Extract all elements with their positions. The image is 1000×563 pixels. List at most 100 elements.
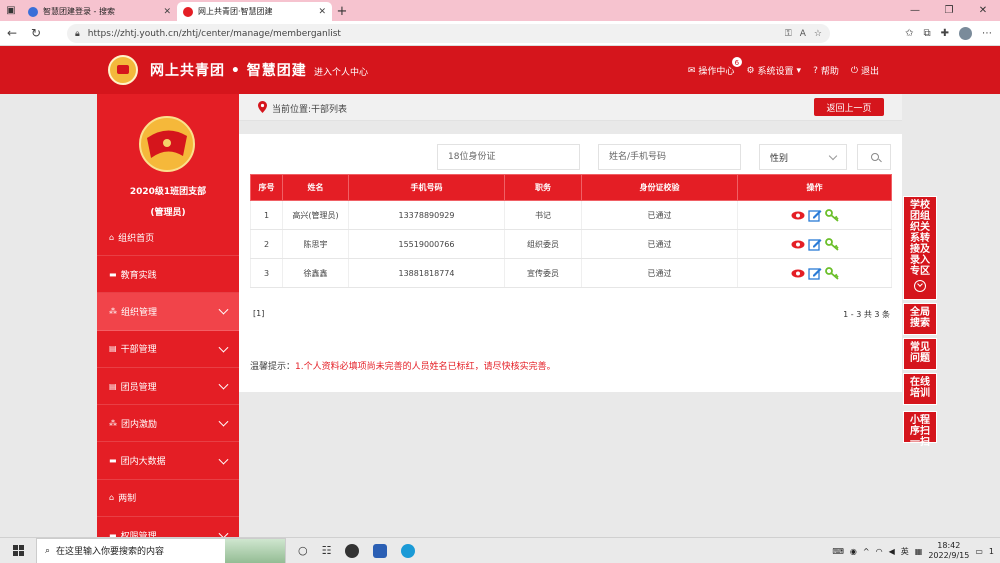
sidebar-item-cadre-management[interactable]: ▤ 干部管理 bbox=[97, 331, 239, 368]
sidebar-item-incentives[interactable]: ⁂ 团内激励 bbox=[97, 405, 239, 443]
search-highlight-picture bbox=[225, 538, 285, 563]
tab-zhtj[interactable]: 网上共青团·智慧团建 ✕ bbox=[177, 2, 332, 21]
taskbar-search[interactable]: ⌕ 在这里输入你要搜索的内容 bbox=[36, 537, 286, 563]
personal-center-link[interactable]: 进入个人中心 bbox=[314, 65, 368, 78]
qq-icon[interactable] bbox=[345, 543, 360, 558]
edit-icon[interactable] bbox=[807, 267, 822, 280]
float-faq[interactable]: 常见问题 bbox=[903, 338, 937, 370]
gender-select[interactable]: 性别 bbox=[759, 144, 847, 170]
key-icon[interactable] bbox=[824, 266, 839, 280]
view-eye-icon[interactable] bbox=[791, 211, 805, 220]
collections-icon[interactable]: ⧉ bbox=[923, 28, 930, 39]
sidebar-item-education[interactable]: ▬ 教育实践 bbox=[97, 256, 239, 294]
tab-search[interactable]: 智慧团建登录 - 搜索 ✕ bbox=[22, 2, 177, 21]
sidebar-item-org-management[interactable]: ⁂ 组织管理 bbox=[97, 293, 239, 331]
task-view-icon[interactable]: ○ bbox=[298, 544, 308, 557]
notification-icon[interactable]: ▭ bbox=[975, 547, 983, 556]
favorite-star-icon[interactable]: ☆ bbox=[814, 29, 822, 39]
float-org-transfer-zone[interactable]: 学校团组织关系转接及录入专区 bbox=[903, 196, 937, 300]
ime-mode-icon[interactable]: ▦ bbox=[915, 547, 923, 556]
ime-indicator[interactable]: 英 bbox=[901, 546, 909, 557]
gender-select-value: 性别 bbox=[770, 153, 789, 164]
search-row: 性别 bbox=[239, 144, 902, 170]
tab-actions-icon[interactable]: ▣ bbox=[0, 0, 22, 21]
read-aloud-icon[interactable]: A bbox=[800, 29, 806, 39]
view-eye-icon[interactable] bbox=[791, 240, 805, 249]
sidebar-item-label: 干部管理 bbox=[120, 345, 157, 356]
system-settings-link[interactable]: ⚙ 系统设置 ▾ bbox=[746, 64, 801, 78]
cadre-list-panel: 性别 序号 姓名 手机号码 职务 身份证校验 操作 1 高兴(管理员) 1337… bbox=[239, 134, 902, 392]
help-link[interactable]: ? 帮助 bbox=[813, 64, 839, 78]
chevron-down-icon bbox=[218, 454, 229, 465]
chevron-up-icon[interactable]: ^ bbox=[863, 547, 870, 556]
wifi-icon[interactable]: ◠ bbox=[876, 547, 883, 556]
tip-text: 1.个人资料必填项尚未完善的人员姓名已标红，请尽快核实完善。 bbox=[295, 362, 556, 372]
volume-icon[interactable]: ◀ bbox=[889, 547, 895, 556]
league-emblem-icon bbox=[139, 116, 195, 172]
keyboard-icon[interactable]: ⌨ bbox=[832, 547, 844, 556]
edit-icon[interactable] bbox=[807, 238, 822, 251]
cell-index: 2 bbox=[250, 229, 283, 259]
back-arrow-icon[interactable]: ← bbox=[0, 26, 24, 40]
url-field[interactable]: 🔒︎ https://zhtj.youth.cn/zhtj/center/man… bbox=[67, 24, 830, 43]
site-title: 网上共青团 • 智慧团建 bbox=[150, 63, 307, 79]
org-icon: ⁂ bbox=[109, 418, 117, 428]
back-button[interactable]: 返回上一页 bbox=[814, 98, 884, 116]
key-icon[interactable] bbox=[824, 237, 839, 251]
id-number-input[interactable] bbox=[437, 144, 580, 170]
col-header-position: 职务 bbox=[504, 174, 582, 201]
key-icon[interactable]: ⚿ bbox=[785, 29, 792, 39]
cell-id-check: 已通过 bbox=[581, 200, 738, 230]
minimize-icon[interactable]: — bbox=[898, 0, 932, 21]
chevron-down-icon bbox=[218, 305, 229, 315]
favorites-icon[interactable]: ✩ bbox=[905, 28, 913, 39]
power-icon: ⏻ bbox=[850, 65, 858, 76]
name-phone-input[interactable] bbox=[598, 144, 741, 170]
view-eye-icon[interactable] bbox=[791, 269, 805, 278]
cell-id-check: 已通过 bbox=[581, 229, 738, 259]
home-icon: ⌂ bbox=[109, 233, 115, 242]
more-icon[interactable]: ⋯ bbox=[982, 28, 992, 39]
float-online-training[interactable]: 在线培训 bbox=[903, 373, 937, 405]
word-icon[interactable] bbox=[373, 543, 388, 558]
edge-icon[interactable] bbox=[401, 543, 416, 558]
league-favicon-icon bbox=[183, 6, 193, 17]
profile-avatar[interactable] bbox=[959, 27, 972, 40]
new-tab-button[interactable]: + bbox=[332, 2, 352, 21]
search-button[interactable] bbox=[857, 144, 891, 170]
close-tab-icon[interactable]: ✕ bbox=[163, 7, 171, 17]
tip-prefix: 温馨提示： bbox=[250, 362, 296, 372]
refresh-icon[interactable]: ↻ bbox=[24, 26, 48, 40]
sidebar-item-member-management[interactable]: ▤ 团员管理 bbox=[97, 368, 239, 406]
widgets-icon[interactable]: ☷ bbox=[322, 544, 332, 557]
operation-center-link[interactable]: ✉ 操作中心 6 bbox=[688, 56, 743, 77]
key-icon[interactable] bbox=[824, 208, 839, 222]
sidebar-item-label: 团员管理 bbox=[120, 382, 157, 393]
edit-icon[interactable] bbox=[807, 209, 822, 222]
sidebar-item-big-data[interactable]: ▬ 团内大数据 bbox=[97, 442, 239, 480]
extensions-icon[interactable]: ✚ bbox=[941, 28, 949, 39]
sidebar-item-org-home[interactable]: ⌂ 组织首页 bbox=[97, 220, 239, 256]
close-tab-icon[interactable]: ✕ bbox=[318, 7, 326, 17]
sidebar-item-two-systems[interactable]: ⌂ 两制 bbox=[97, 480, 239, 518]
cell-position: 书记 bbox=[504, 200, 582, 230]
league-logo-icon bbox=[108, 55, 138, 85]
address-bar-row: ← ↻ 🔒︎ https://zhtj.youth.cn/zhtj/center… bbox=[0, 21, 1000, 46]
sidebar-item-label: 团内激励 bbox=[121, 419, 158, 430]
home-icon: ⌂ bbox=[109, 493, 115, 503]
header-nav: ✉ 操作中心 6 ⚙ 系统设置 ▾ ? 帮助 ⏻ 退出 bbox=[688, 56, 879, 78]
close-window-icon[interactable]: ✕ bbox=[966, 0, 1000, 21]
nav-label: 退出 bbox=[860, 67, 879, 77]
cadre-table: 序号 姓名 手机号码 职务 身份证校验 操作 1 高兴(管理员) 1337889… bbox=[250, 174, 892, 288]
logout-link[interactable]: ⏻ 退出 bbox=[850, 64, 879, 78]
maximize-icon[interactable]: ❐ bbox=[932, 0, 966, 21]
float-mini-program[interactable]: 小程序扫一扫 bbox=[903, 411, 937, 448]
float-global-search[interactable]: 全局搜索 bbox=[903, 303, 937, 335]
windows-start-icon[interactable] bbox=[0, 545, 36, 556]
sidebar-item-permissions[interactable]: ▬ 权限管理 bbox=[97, 517, 239, 537]
taskbar: ⌕ 在这里输入你要搜索的内容 ○ ☷ ⌨ ◉ ^ ◠ ◀ 英 ▦ 18:42 2… bbox=[0, 537, 1000, 563]
folder-icon: ▬ bbox=[109, 269, 117, 279]
tray-app-icon[interactable]: ◉ bbox=[850, 547, 857, 556]
pager-current-page[interactable]: [1] bbox=[253, 309, 264, 318]
clock[interactable]: 18:42 2022/9/15 bbox=[928, 541, 969, 561]
